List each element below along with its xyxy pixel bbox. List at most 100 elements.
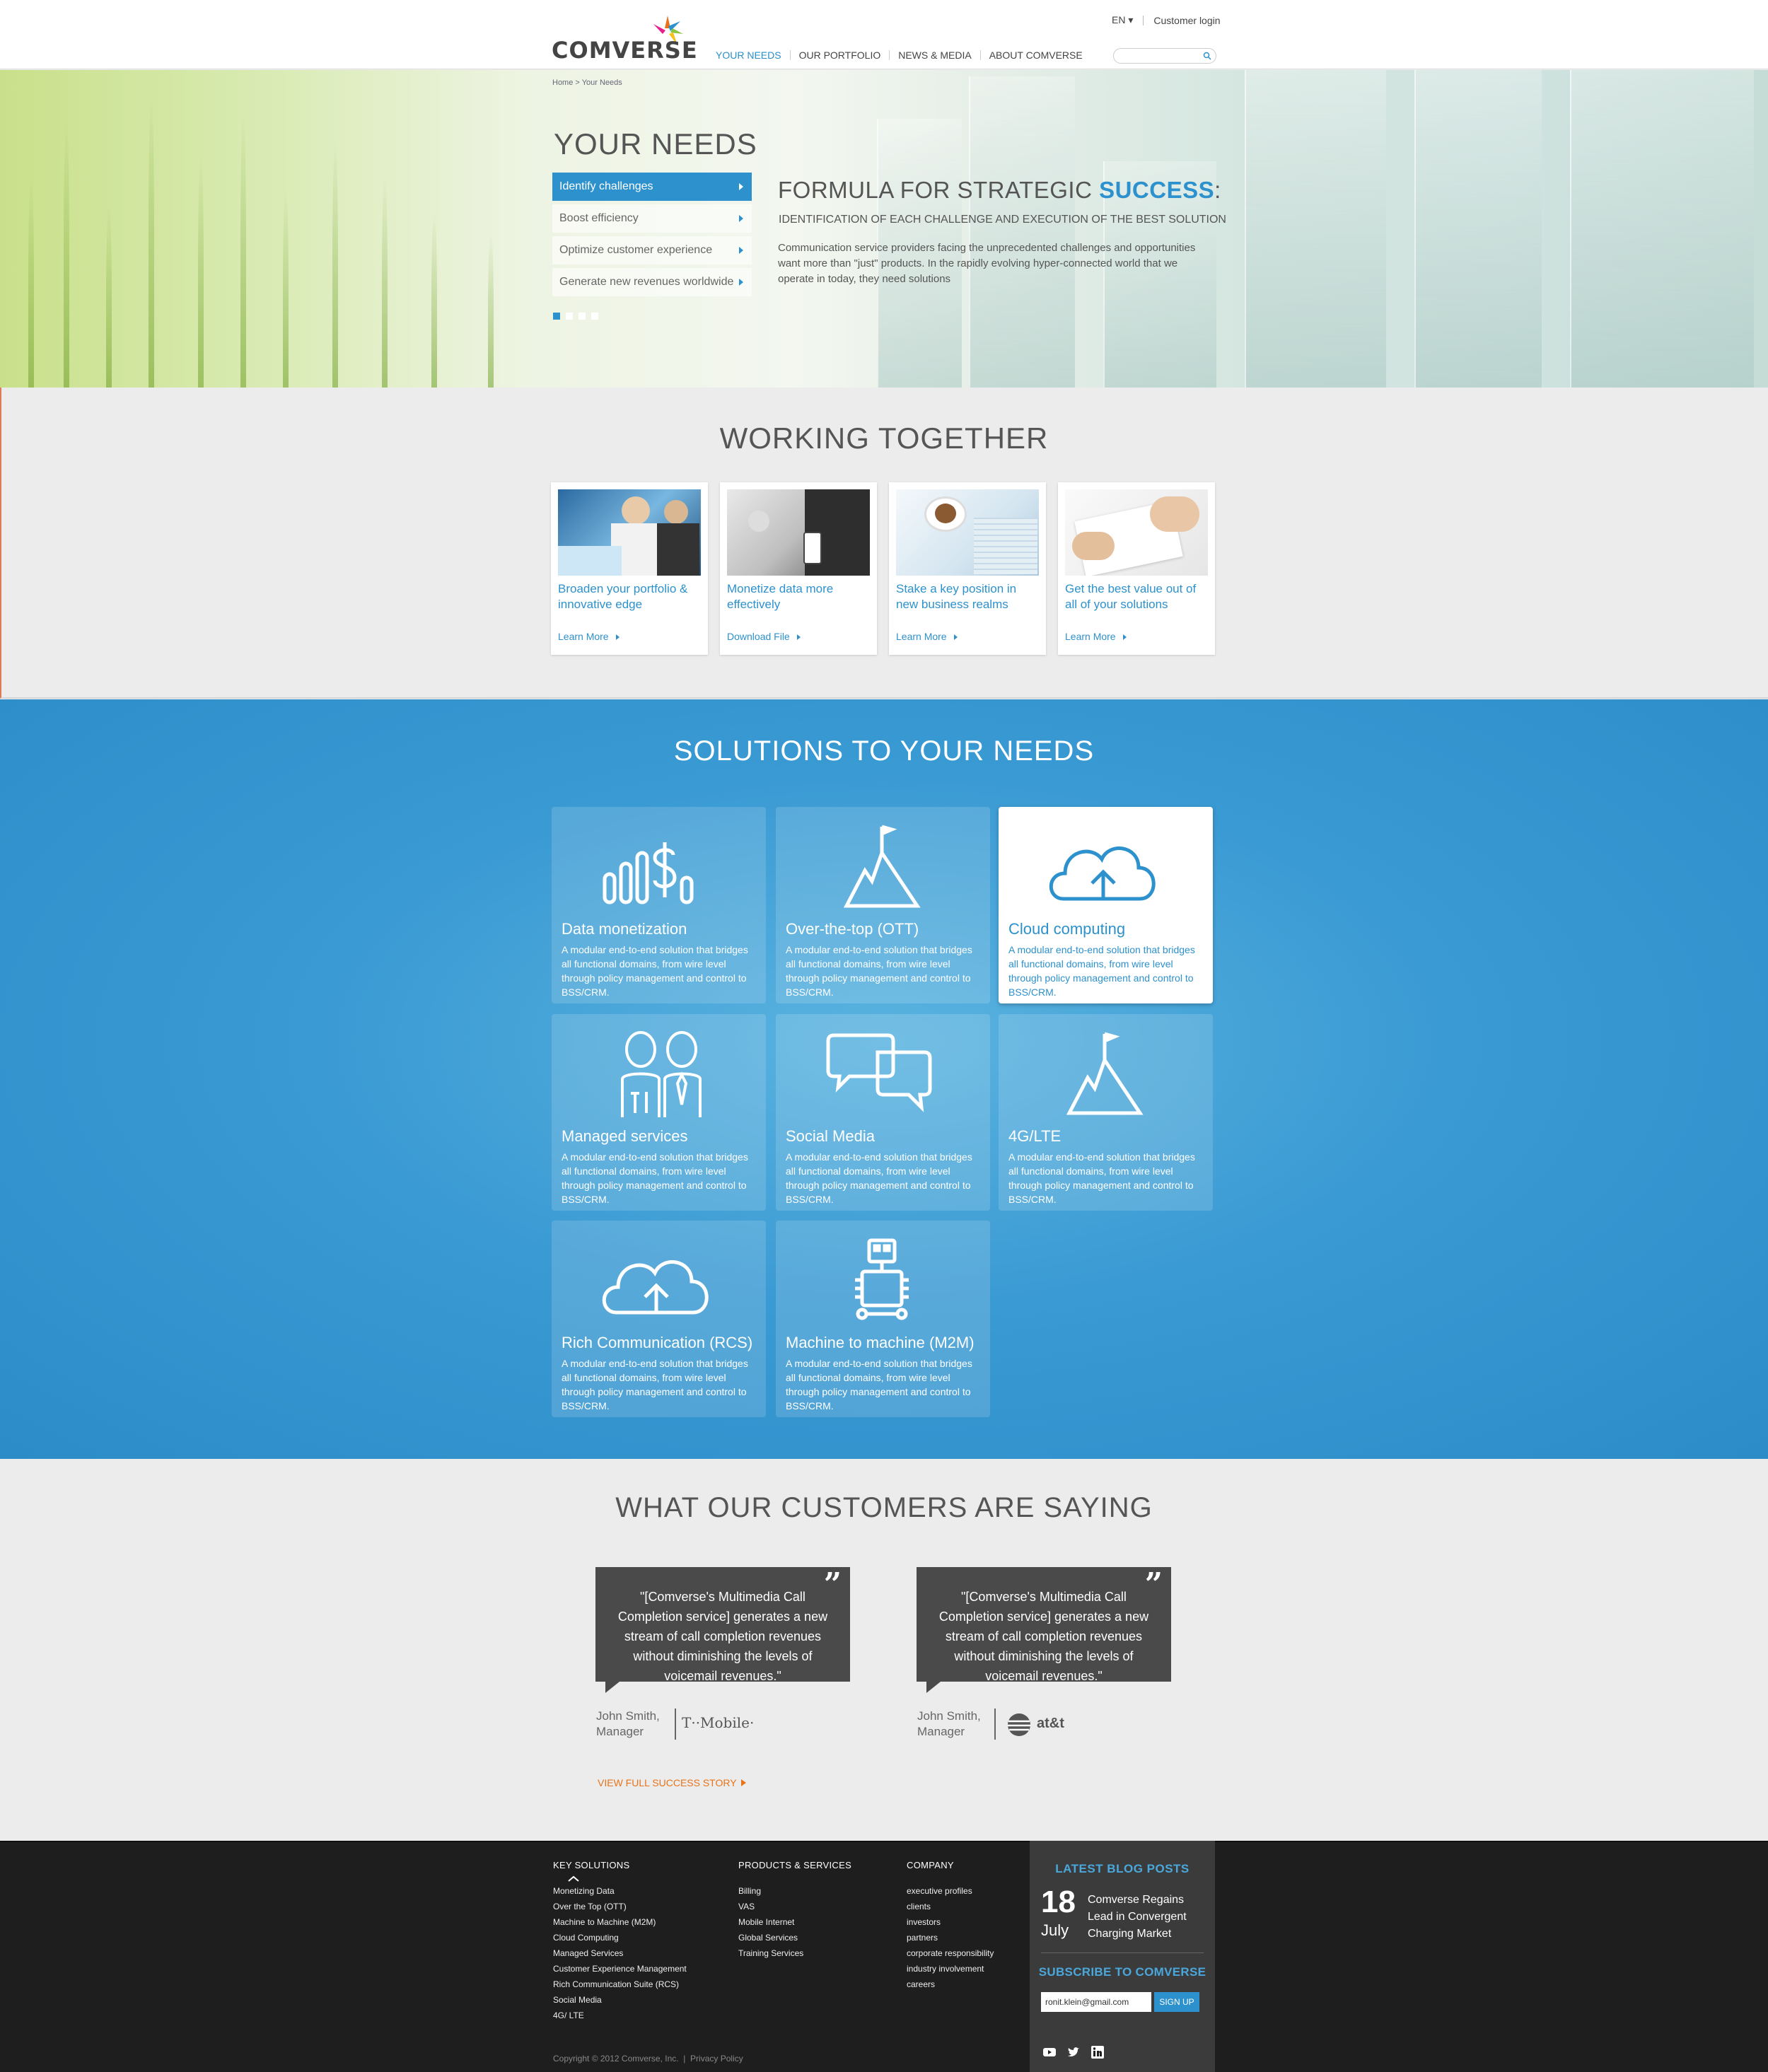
footer-link[interactable]: Monetizing Data bbox=[553, 1883, 687, 1899]
footer-link[interactable]: careers bbox=[907, 1977, 994, 1992]
slider-dot[interactable] bbox=[553, 313, 560, 320]
slider-dot[interactable] bbox=[591, 313, 598, 320]
blog-date-month: July bbox=[1041, 1921, 1069, 1939]
footer-link[interactable]: executive profiles bbox=[907, 1883, 994, 1899]
hero-menu-item-boost[interactable]: Boost efficiency bbox=[552, 204, 752, 233]
footer-link[interactable]: industry involvement bbox=[907, 1961, 994, 1977]
breadcrumb: Home > Your Needs bbox=[552, 78, 622, 87]
feature-card[interactable]: Get the best value out of all of your so… bbox=[1058, 482, 1215, 655]
logo-wordmark[interactable]: COMVERSE bbox=[552, 37, 698, 64]
card-link-label: Learn More bbox=[1065, 631, 1116, 642]
chevron-up-icon[interactable] bbox=[567, 1875, 580, 1882]
feature-card[interactable]: Monetize data more effectively Download … bbox=[720, 482, 877, 655]
learn-more-link[interactable]: Learn More bbox=[1065, 631, 1127, 642]
twitter-icon[interactable] bbox=[1066, 2045, 1081, 2059]
tile-title: Social Media bbox=[786, 1127, 875, 1145]
footer-link[interactable]: Over the Top (OTT) bbox=[553, 1899, 687, 1914]
card-link-label: Learn More bbox=[896, 631, 947, 642]
main-nav: YOUR NEEDS OUR PORTFOLIO NEWS & MEDIA AB… bbox=[716, 50, 1091, 61]
nav-news-media[interactable]: NEWS & MEDIA bbox=[890, 50, 979, 61]
hero-menu-item-optimize[interactable]: Optimize customer experience bbox=[552, 236, 752, 264]
author-name: John Smith, bbox=[596, 1709, 660, 1723]
sign-up-button[interactable]: SIGN UP bbox=[1154, 1992, 1199, 2012]
footer-link[interactable]: Customer Experience Management bbox=[553, 1961, 687, 1977]
testimonial-quote: ” "[Comverse's Multimedia Call Completio… bbox=[917, 1566, 1171, 1693]
headline-prefix: FORMULA FOR STRATEGIC bbox=[778, 177, 1100, 203]
author-name: John Smith, bbox=[917, 1709, 981, 1723]
solution-tile-m2m[interactable]: Machine to machine (M2M) A modular end-t… bbox=[776, 1221, 990, 1417]
card-text: Monetize data more effectively bbox=[727, 582, 834, 611]
nav-our-portfolio[interactable]: OUR PORTFOLIO bbox=[791, 50, 890, 61]
view-story-label: VIEW FULL SUCCESS STORY bbox=[598, 1777, 737, 1788]
footer-link[interactable]: partners bbox=[907, 1930, 994, 1945]
solution-tile-managed-services[interactable]: Managed services A modular end-to-end so… bbox=[552, 1014, 766, 1211]
footer-link[interactable]: Billing bbox=[738, 1883, 851, 1899]
author-role: Manager bbox=[596, 1725, 644, 1738]
hero-menu-item-generate[interactable]: Generate new revenues worldwide bbox=[552, 268, 752, 296]
footer-link[interactable]: Managed Services bbox=[553, 1945, 687, 1961]
slider-dot[interactable] bbox=[578, 313, 586, 320]
hero-menu-item-identify[interactable]: Identify challenges bbox=[552, 173, 752, 201]
tile-description: A modular end-to-end solution that bridg… bbox=[786, 1151, 972, 1205]
nav-about[interactable]: ABOUT COMVERSE bbox=[981, 50, 1091, 61]
footer-link[interactable]: Training Services bbox=[738, 1945, 851, 1961]
breadcrumb-home[interactable]: Home bbox=[552, 78, 573, 87]
people-tools-icon bbox=[621, 1031, 702, 1117]
slider-dot[interactable] bbox=[566, 313, 573, 320]
solution-tile-cloud-computing[interactable]: Cloud computing A modular end-to-end sol… bbox=[999, 807, 1213, 1003]
att-globe-icon bbox=[1008, 1713, 1030, 1736]
customer-login-link[interactable]: Customer login bbox=[1153, 15, 1220, 26]
nav-your-needs[interactable]: YOUR NEEDS bbox=[716, 50, 790, 61]
footer-link[interactable]: investors bbox=[907, 1914, 994, 1930]
search-icon[interactable] bbox=[1203, 52, 1211, 60]
solution-tile-4g-lte[interactable]: 4G/LTE A modular end-to-end solution tha… bbox=[999, 1014, 1213, 1211]
tile-title: Managed services bbox=[562, 1127, 688, 1145]
slider-pagination bbox=[553, 313, 598, 320]
solution-tile-rcs[interactable]: Rich Communication (RCS) A modular end-t… bbox=[552, 1221, 766, 1417]
privacy-policy-link[interactable]: Privacy Policy bbox=[690, 2054, 743, 2064]
feature-card[interactable]: Stake a key position in new business rea… bbox=[889, 482, 1046, 655]
blog-date-day: 18 bbox=[1041, 1885, 1076, 1919]
card-image bbox=[896, 489, 1039, 576]
footer-link[interactable]: VAS bbox=[738, 1899, 851, 1914]
robot-icon bbox=[855, 1238, 909, 1320]
footer-link[interactable]: 4G/ LTE bbox=[553, 2008, 687, 2023]
solution-tile-ott[interactable]: Over-the-top (OTT) A modular end-to-end … bbox=[776, 807, 990, 1003]
youtube-icon[interactable] bbox=[1042, 2045, 1057, 2059]
hero-menu: Identify challenges Boost efficiency Opt… bbox=[552, 173, 752, 300]
footer-link[interactable]: clients bbox=[907, 1899, 994, 1914]
footer-link[interactable]: Cloud Computing bbox=[553, 1930, 687, 1945]
breadcrumb-separator: > bbox=[575, 78, 580, 87]
quote-mark-icon: ” bbox=[1144, 1566, 1163, 1602]
site-header: COMVERSE EN ▾ Customer login YOUR NEEDS … bbox=[0, 0, 1768, 69]
footer-link[interactable]: Rich Communication Suite (RCS) bbox=[553, 1977, 687, 1992]
card-image bbox=[727, 489, 870, 576]
solution-tile-social-media[interactable]: Social Media A modular end-to-end soluti… bbox=[776, 1014, 990, 1211]
language-selector[interactable]: EN ▾ bbox=[1112, 14, 1133, 26]
hero-headline: FORMULA FOR STRATEGIC SUCCESS: bbox=[778, 177, 1221, 204]
tile-description: A modular end-to-end solution that bridg… bbox=[786, 1358, 972, 1412]
solution-tile-data-monetization[interactable]: Data monetization A modular end-to-end s… bbox=[552, 807, 766, 1003]
footer-link[interactable]: Social Media bbox=[553, 1992, 687, 2008]
footer-heading: KEY SOLUTIONS bbox=[553, 1860, 630, 1870]
view-success-story-link[interactable]: VIEW FULL SUCCESS STORY bbox=[598, 1777, 746, 1788]
card-text: Stake a key position in new business rea… bbox=[896, 582, 1017, 611]
caret-right-icon bbox=[953, 634, 958, 640]
email-field[interactable]: ronit.klein@gmail.com bbox=[1041, 1992, 1151, 2012]
customers-title: WHAT OUR CUSTOMERS ARE SAYING bbox=[615, 1492, 1153, 1523]
footer-link[interactable]: Machine to Machine (M2M) bbox=[553, 1914, 687, 1930]
blog-panel: LATEST BLOG POSTS 18 July Comverse Regai… bbox=[1030, 1841, 1215, 2072]
footer-link[interactable]: Mobile Internet bbox=[738, 1914, 851, 1930]
learn-more-link[interactable]: Learn More bbox=[558, 631, 620, 642]
linkedin-icon[interactable] bbox=[1091, 2045, 1105, 2059]
cloud-upload-icon bbox=[1049, 846, 1156, 901]
blog-post-link[interactable]: Comverse Regains Lead in Convergent Char… bbox=[1088, 1892, 1201, 1943]
card-text: Broaden your portfolio & innovative edge bbox=[558, 582, 688, 611]
footer-link[interactable]: Global Services bbox=[738, 1930, 851, 1945]
feature-card[interactable]: Broaden your portfolio & innovative edge… bbox=[551, 482, 708, 655]
search-input[interactable] bbox=[1113, 48, 1216, 64]
learn-more-link[interactable]: Learn More bbox=[896, 631, 958, 642]
footer-heading: PRODUCTS & SERVICES bbox=[738, 1860, 852, 1870]
download-file-link[interactable]: Download File bbox=[727, 631, 801, 642]
footer-link[interactable]: corporate responsibility bbox=[907, 1945, 994, 1961]
